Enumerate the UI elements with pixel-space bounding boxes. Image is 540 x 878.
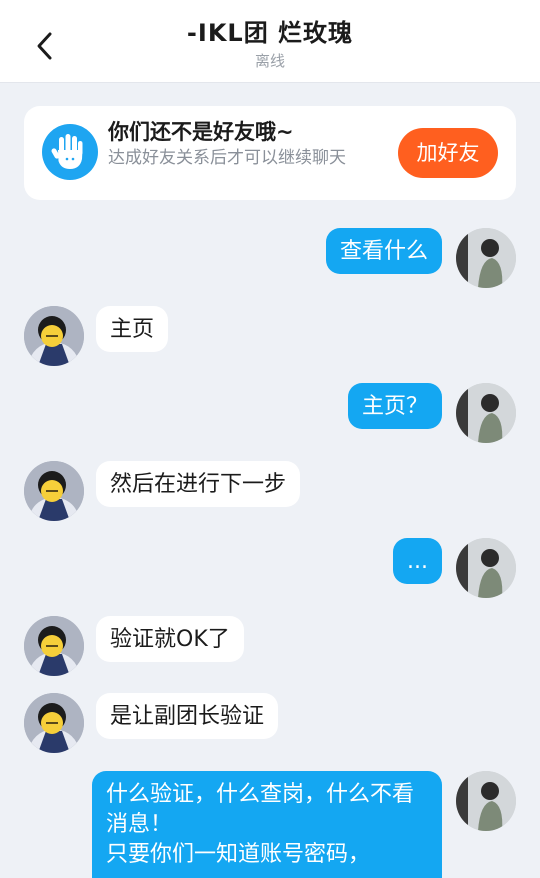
not-friends-banner: 你们还不是好友哦~ 达成好友关系后才可以继续聊天 加好友 [24, 106, 516, 200]
avatar-photo-icon [456, 383, 516, 443]
message-bubble[interactable]: 查看什么 [325, 228, 442, 274]
my-avatar[interactable] [456, 228, 516, 288]
message-bubble[interactable]: ... [393, 538, 442, 584]
avatar-photo-icon [456, 771, 516, 831]
chat-title: -IKL团 烂玫瑰 [186, 19, 354, 47]
avatar-photo-icon [456, 538, 516, 598]
message-bubble[interactable]: 主页 [96, 306, 169, 352]
hand-wave-icon [42, 124, 98, 180]
chat-title-block: -IKL团 烂玫瑰 离线 [120, 18, 420, 72]
online-status: 离线 [254, 52, 285, 70]
message-bubble[interactable]: 是让副团长验证 [96, 693, 279, 739]
avatar-photo-icon [456, 228, 516, 288]
contact-avatar[interactable] [24, 693, 84, 753]
contact-avatar[interactable] [24, 461, 84, 521]
banner-title: 你们还不是好友哦~ [108, 120, 294, 144]
avatar-photo-icon [24, 616, 84, 676]
chat-header: -IKL团 烂玫瑰 离线 [0, 0, 540, 83]
avatar-photo-icon [24, 461, 84, 521]
my-avatar[interactable] [456, 771, 516, 831]
message-bubble[interactable]: 然后在进行下一步 [96, 461, 301, 507]
my-avatar[interactable] [456, 538, 516, 598]
banner-subtitle: 达成好友关系后才可以继续聊天 [108, 148, 346, 168]
back-button[interactable] [30, 26, 64, 66]
avatar-photo-icon [24, 306, 84, 366]
message-bubble[interactable]: 验证就OK了 [96, 616, 244, 662]
message-bubble[interactable]: 主页？ [347, 383, 442, 429]
contact-avatar[interactable] [24, 306, 84, 366]
add-friend-button[interactable]: 加好友 [398, 128, 498, 178]
avatar-photo-icon [24, 693, 84, 753]
message-bubble[interactable]: 什么验证，什么查岗，什么不看消息！ 只要你们一知道账号密码， [92, 771, 442, 878]
my-avatar[interactable] [456, 383, 516, 443]
contact-avatar[interactable] [24, 616, 84, 676]
chevron-left-icon [37, 32, 52, 60]
